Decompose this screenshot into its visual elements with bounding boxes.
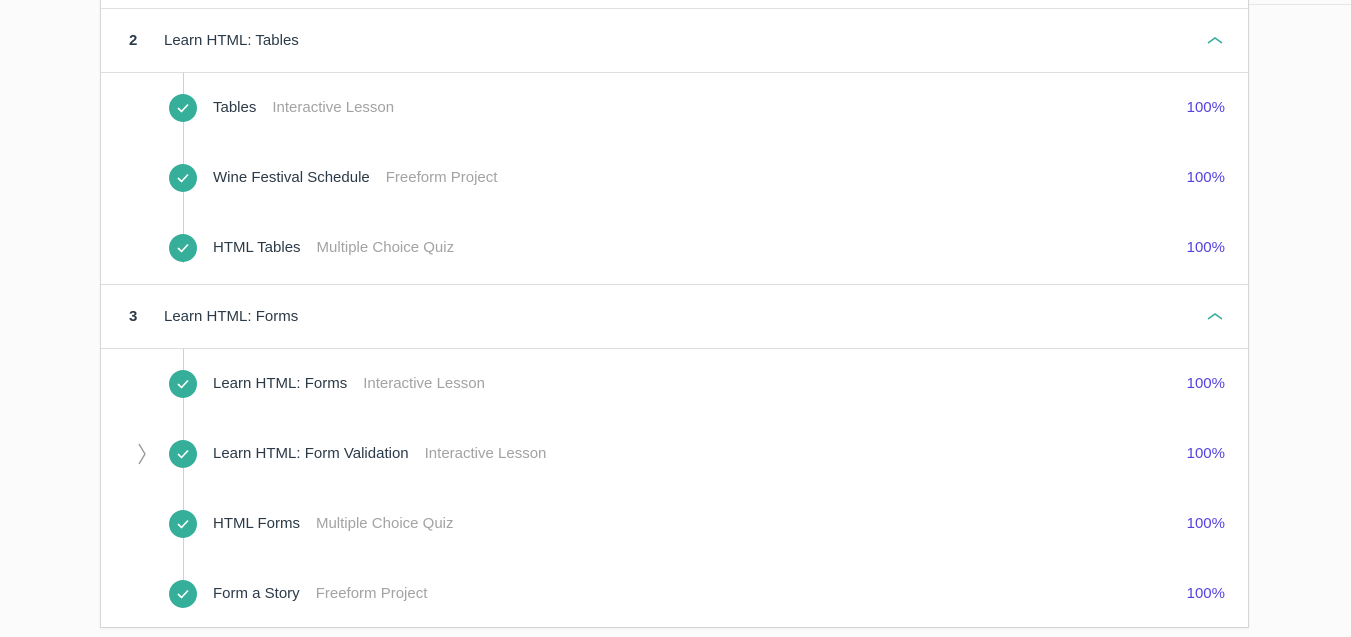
module-header[interactable]: 3 Learn HTML: Forms bbox=[101, 285, 1248, 349]
lesson-row[interactable]: Tables Interactive Lesson 100% bbox=[101, 73, 1248, 143]
lesson-progress: 100% bbox=[1186, 515, 1225, 532]
checkmark-icon bbox=[169, 164, 197, 192]
lesson-progress: 100% bbox=[1186, 585, 1225, 602]
lesson-row[interactable]: Wine Festival Schedule Freeform Project 1… bbox=[101, 143, 1248, 213]
chevron-up-icon[interactable] bbox=[1204, 307, 1226, 325]
lesson-type: Interactive Lesson bbox=[363, 375, 485, 392]
lesson-type: Freeform Project bbox=[315, 585, 428, 602]
lesson-row[interactable]: HTML Tables Multiple Choice Quiz 100% bbox=[101, 213, 1248, 283]
checkmark-icon bbox=[169, 440, 197, 468]
chevron-right-icon bbox=[135, 442, 149, 466]
lesson-type: Multiple Choice Quiz bbox=[315, 515, 454, 532]
lesson-type: Freeform Project bbox=[385, 169, 498, 186]
lesson-progress: 100% bbox=[1186, 169, 1225, 186]
lesson-title: Wine Festival Schedule bbox=[213, 169, 370, 186]
lesson-title: Form a Story bbox=[213, 585, 300, 602]
lesson-title: Learn HTML: Forms bbox=[213, 375, 348, 392]
lesson-title: HTML Tables bbox=[213, 239, 301, 256]
lesson-list: Tables Interactive Lesson 100% Wine Festi… bbox=[101, 73, 1248, 283]
lesson-type: Multiple Choice Quiz bbox=[316, 239, 455, 256]
page-top-divider bbox=[1249, 4, 1351, 5]
module-3: 3 Learn HTML: Forms Learn HTML: Forms Int… bbox=[101, 284, 1248, 629]
lesson-row[interactable]: Learn HTML: Form Validation Interactive L… bbox=[101, 419, 1248, 489]
lesson-progress: 100% bbox=[1186, 445, 1225, 462]
lesson-row[interactable]: Learn HTML: Forms Interactive Lesson 100% bbox=[101, 349, 1248, 419]
module-title: Learn HTML: Tables bbox=[164, 32, 299, 49]
chevron-up-icon[interactable] bbox=[1204, 31, 1226, 49]
checkmark-icon bbox=[169, 234, 197, 262]
lesson-type: Interactive Lesson bbox=[424, 445, 547, 462]
lesson-progress: 100% bbox=[1186, 99, 1225, 116]
lesson-list: Learn HTML: Forms Interactive Lesson 100%… bbox=[101, 349, 1248, 629]
checkmark-icon bbox=[169, 370, 197, 398]
module-2: 2 Learn HTML: Tables Tables Interactive L… bbox=[101, 9, 1248, 283]
module-number: 3 bbox=[129, 308, 138, 325]
lesson-progress: 100% bbox=[1186, 375, 1225, 392]
lesson-row[interactable]: HTML Forms Multiple Choice Quiz 100% bbox=[101, 489, 1248, 559]
lesson-title: Tables bbox=[213, 99, 257, 116]
lesson-title: Learn HTML: Form Validation bbox=[213, 445, 409, 462]
checkmark-icon bbox=[169, 580, 197, 608]
lesson-row[interactable]: Form a Story Freeform Project 100% bbox=[101, 559, 1248, 629]
module-header[interactable]: 2 Learn HTML: Tables bbox=[101, 9, 1248, 73]
checkmark-icon bbox=[169, 510, 197, 538]
module-number: 2 bbox=[129, 32, 138, 49]
lesson-progress: 100% bbox=[1186, 239, 1225, 256]
module-title: Learn HTML: Forms bbox=[164, 308, 299, 325]
checkmark-icon bbox=[169, 94, 197, 122]
lesson-type: Interactive Lesson bbox=[272, 99, 395, 116]
syllabus-card: 2 Learn HTML: Tables Tables Interactive L… bbox=[100, 0, 1249, 628]
lesson-title: HTML Forms bbox=[213, 515, 300, 532]
